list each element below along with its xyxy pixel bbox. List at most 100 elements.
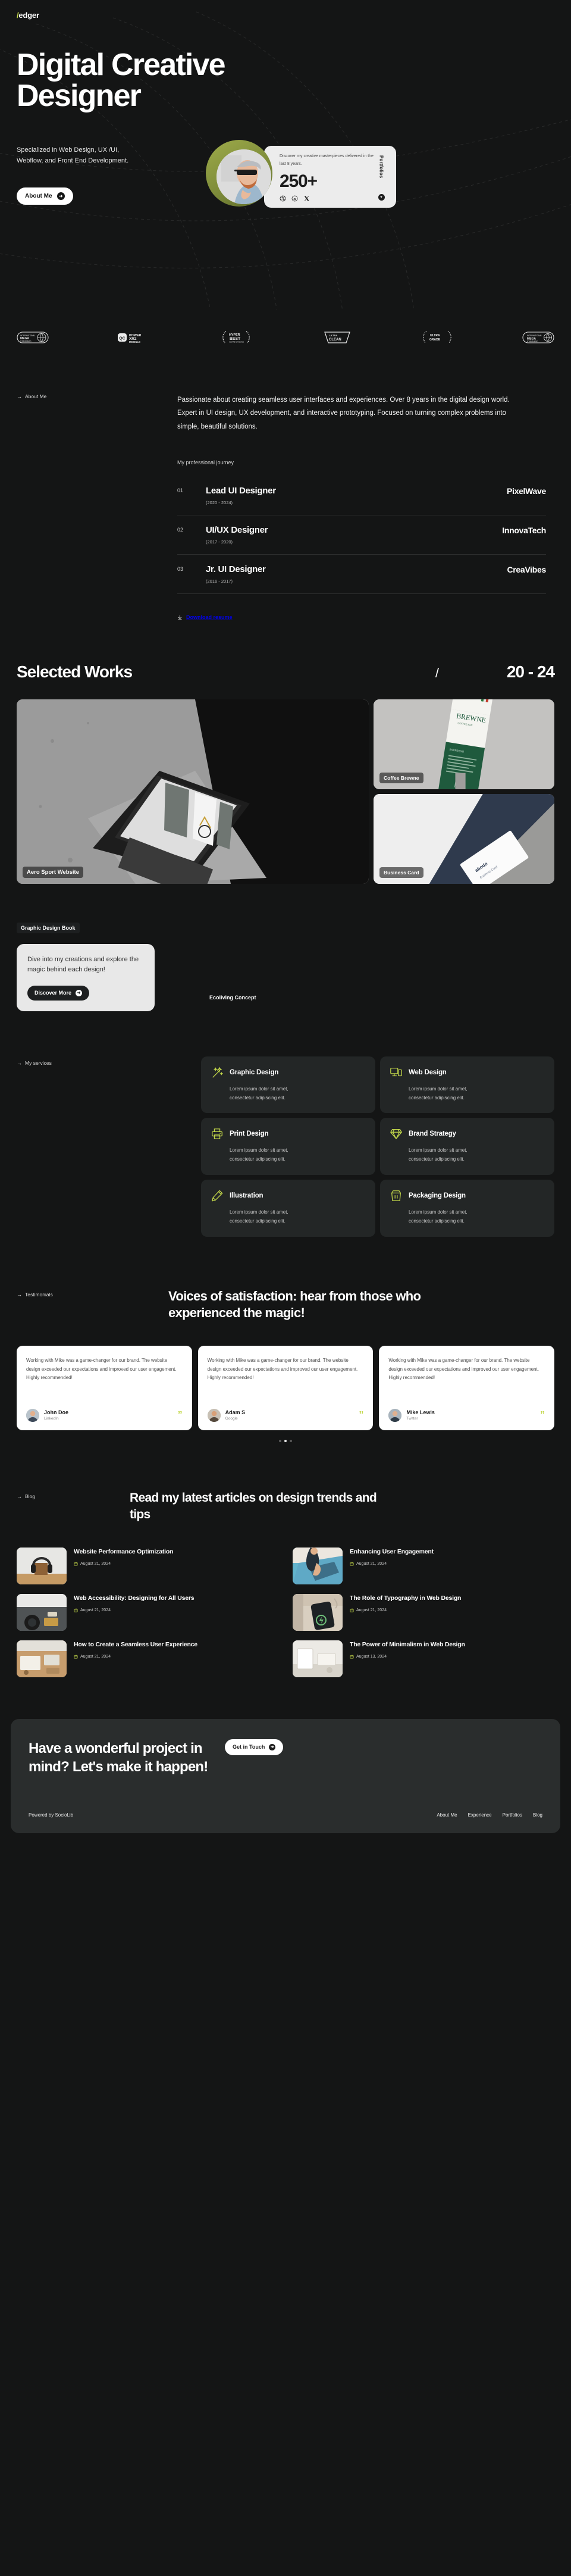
devices-icon — [390, 1066, 403, 1079]
box-icon — [390, 1189, 403, 1202]
service-card-graphic-design[interactable]: Graphic Design Lorem ipsum dolor sit ame… — [201, 1056, 375, 1114]
footer-link-about-me[interactable]: About Me — [437, 1812, 457, 1818]
book-card: Dive into my creations and explore the m… — [17, 943, 155, 1011]
stats-card-side: Portfolios ▼ — [375, 153, 388, 202]
service-name: Graphic Design — [230, 1068, 279, 1076]
blog-post-date-row: August 21, 2024 — [350, 1562, 434, 1566]
work-card-small[interactable]: BREWNE COFFEE BAR ESPRESSO Coffee Brewne — [374, 699, 554, 789]
testimonials-eyebrow-label: Testimonials — [25, 1291, 53, 1298]
blog-post-title: Website Performance Optimization — [74, 1548, 174, 1555]
work-card-large[interactable]: Aero Sport Website — [17, 699, 369, 884]
testimonial-quote: Working with Mike was a game-changer for… — [207, 1357, 358, 1381]
avatar — [388, 1408, 402, 1422]
blog-post-title: The Power of Minimalism in Web Design — [350, 1640, 465, 1648]
works-grid: Aero Sport Website BREWNE COFFEE BAR ESP… — [17, 699, 554, 884]
service-card-print-design[interactable]: Print Design Lorem ipsum dolor sit amet,… — [201, 1118, 375, 1176]
carousel-dot[interactable] — [290, 1439, 292, 1442]
work-card-label: Business Card — [379, 867, 423, 878]
about-eyebrow-label: About Me — [25, 393, 47, 399]
arrow-right-icon: ➜ — [269, 1743, 276, 1750]
services-eyebrow-label: My services — [25, 1059, 52, 1066]
yoga-mat-photo — [293, 1547, 343, 1584]
journey-title: Jr. UI Designer — [206, 564, 266, 575]
get-in-touch-button[interactable]: Get in Touch ➜ — [225, 1739, 284, 1755]
arrow-right-icon: → — [17, 1493, 22, 1499]
book-blurb: Dive into my creations and explore the m… — [27, 955, 139, 973]
arrow-right-icon: → — [17, 1291, 22, 1298]
blog-thumbnail-headphones — [17, 1547, 67, 1584]
service-card-packaging-design[interactable]: Packaging Design Lorem ipsum dolor sit a… — [380, 1180, 554, 1237]
journey-years: (2017 - 2020) — [206, 539, 233, 545]
printer-icon — [211, 1127, 224, 1140]
service-name: Brand Strategy — [409, 1130, 456, 1138]
footer-link-experience[interactable]: Experience — [468, 1812, 492, 1818]
camera-desk-photo — [17, 1593, 67, 1631]
hero-right-column: Discover my creative masterpieces delive… — [206, 140, 554, 208]
blog-eyebrow: → Blog — [17, 1493, 130, 1499]
threads-icon[interactable] — [291, 195, 298, 202]
magic-wand-icon — [211, 1066, 224, 1079]
footer-link-blog[interactable]: Blog — [533, 1812, 542, 1818]
blog-post-item[interactable]: Website Performance Optimization August … — [17, 1547, 278, 1584]
dribbble-icon[interactable] — [280, 195, 286, 202]
service-card-illustration[interactable]: Illustration Lorem ipsum dolor sit amet,… — [201, 1180, 375, 1237]
aero-sport-website-thumbnail — [17, 699, 369, 884]
svg-text:STANDARD: STANDARD — [527, 340, 538, 343]
testimonials-section: → Testimonials Voices of satisfaction: h… — [0, 1237, 571, 1322]
services-section: → My services Graphic Design Lorem ipsum… — [0, 1011, 571, 1237]
graphic-design-book-section: Graphic Design Book Dive into my creatio… — [0, 884, 571, 1011]
brand-name: edger — [18, 11, 39, 20]
download-resume-link[interactable]: Download resume — [177, 614, 233, 620]
power-xr2-module-logo: QC POWER XR2 MODULE — [117, 330, 150, 348]
headphones-photo — [17, 1547, 67, 1584]
avatar-illustration — [26, 1408, 39, 1422]
journey-years: (2020 - 2024) — [206, 500, 233, 506]
blog-thumbnail-minimal — [293, 1640, 343, 1677]
discover-more-label: Discover More — [34, 990, 72, 996]
about-content: Passionate about creating seamless user … — [177, 393, 554, 623]
pen-icon — [211, 1189, 224, 1202]
standard-mark-logo: INTERNATIONAL MEGA STANDARD — [522, 330, 554, 348]
arrow-down-icon[interactable]: ▼ — [378, 194, 385, 201]
blog-post-item[interactable]: How to Create a Seamless User Experience… — [17, 1640, 278, 1677]
testimonial-role: LinkedIn — [44, 1417, 59, 1421]
footer-nav: About Me Experience Portfolios Blog — [437, 1812, 542, 1818]
arrow-right-icon: ➜ — [76, 989, 83, 996]
service-card-web-design[interactable]: Web Design Lorem ipsum dolor sit amet, c… — [380, 1056, 554, 1114]
blog-post-item[interactable]: The Role of Typography in Web Design Aug… — [293, 1593, 554, 1631]
blog-post-title: Enhancing User Engagement — [350, 1548, 434, 1555]
testimonials-eyebrow: → Testimonials — [17, 1292, 168, 1298]
brand-logo[interactable]: /edger — [17, 11, 554, 20]
about-me-button-label: About Me — [25, 193, 52, 200]
cta-footer-panel: Have a wonderful project in mind? Let's … — [11, 1718, 560, 1833]
work-card-small[interactable]: abodo Business Card Business Card — [374, 793, 554, 884]
journey-company: PixelWave — [506, 486, 546, 496]
stats-card: Discover my creative masterpieces delive… — [264, 146, 396, 208]
discover-more-button[interactable]: Discover More ➜ — [27, 985, 90, 1001]
x-icon[interactable] — [303, 195, 310, 202]
journey-number: 03 — [177, 566, 184, 573]
svg-text:QC: QC — [119, 337, 126, 341]
avatar-illustration — [388, 1408, 402, 1422]
carousel-dot[interactable] — [279, 1439, 281, 1442]
about-me-button[interactable]: About Me ➜ — [17, 187, 73, 205]
carousel-dot-active[interactable] — [284, 1439, 287, 1442]
svg-text:MODULE: MODULE — [129, 340, 140, 343]
blog-post-date-row: August 21, 2024 — [350, 1608, 461, 1612]
journey-row: 03 Jr. UI Designer (2016 - 2017) CreaVib… — [177, 555, 546, 595]
blog-post-item[interactable]: Enhancing User Engagement August 21, 202… — [293, 1547, 554, 1584]
blog-eyebrow-column: → Blog — [17, 1490, 130, 1524]
blog-post-item[interactable]: Web Accessibility: Designing for All Use… — [17, 1593, 278, 1631]
blog-eyebrow-label: Blog — [25, 1493, 36, 1499]
service-description: Lorem ipsum dolor sit amet, consectetur … — [230, 1209, 288, 1224]
social-links — [280, 195, 375, 202]
hero-left-column: Specialized in Web Design, UX /UI, Webfl… — [17, 140, 195, 208]
service-card-brand-strategy[interactable]: Brand Strategy Lorem ipsum dolor sit ame… — [380, 1118, 554, 1176]
services-eyebrow: → My services — [17, 1060, 201, 1066]
service-description: Lorem ipsum dolor sit amet, consectetur … — [409, 1148, 468, 1162]
calendar-icon — [350, 1655, 354, 1659]
international-mega-standard-logo: INTERNATIONAL MEGA STANDARD — [17, 330, 49, 348]
blog-post-item[interactable]: The Power of Minimalism in Web Design Au… — [293, 1640, 554, 1677]
footer-link-portfolios[interactable]: Portfolios — [503, 1812, 522, 1818]
journey-company: CreaVibes — [507, 565, 546, 575]
